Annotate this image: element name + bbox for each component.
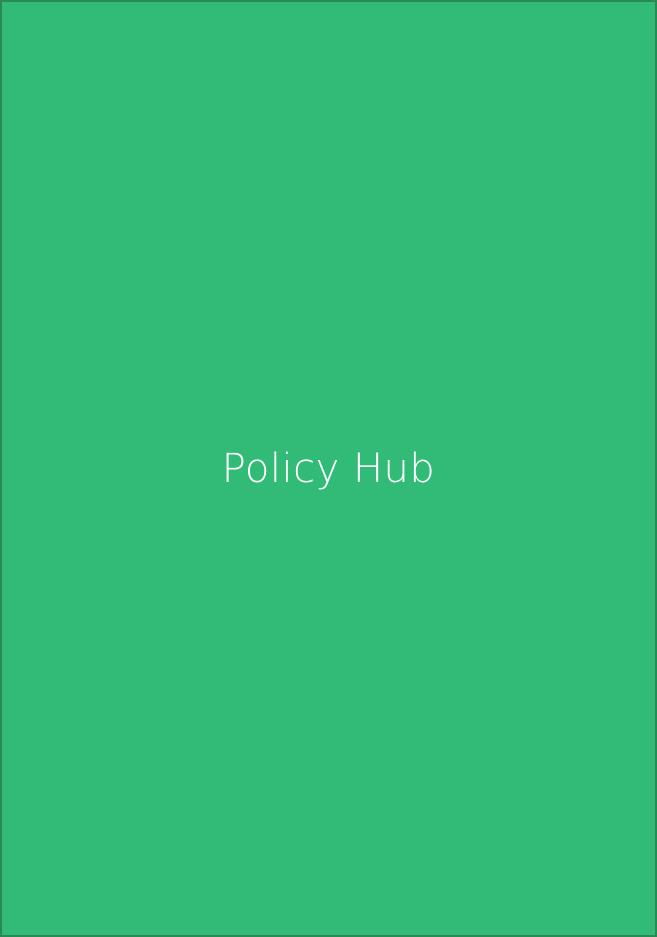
app-title: Policy Hub — [221, 445, 436, 492]
splash-screen: Policy Hub — [0, 0, 657, 937]
